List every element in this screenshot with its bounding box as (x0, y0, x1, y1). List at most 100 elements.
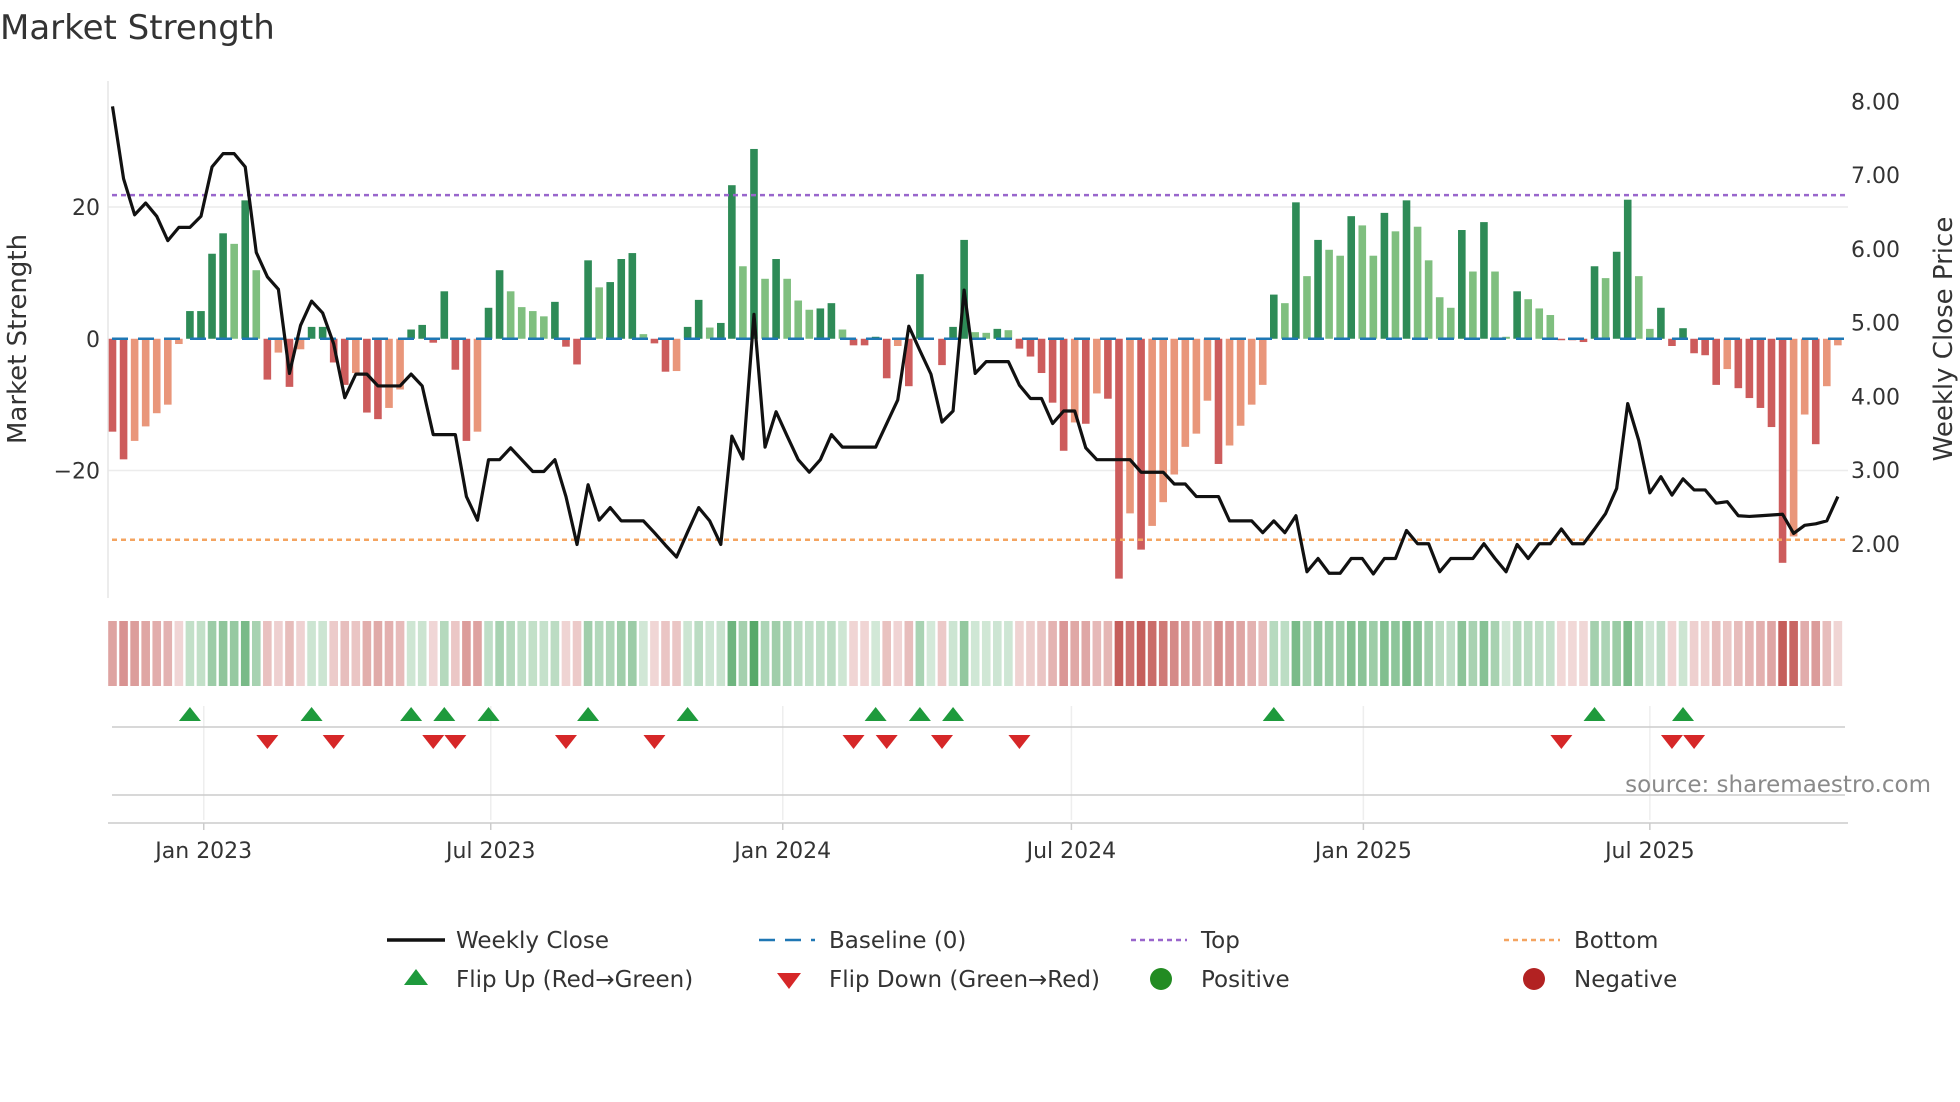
heat-cell (1778, 621, 1787, 686)
heat-cell (1678, 621, 1688, 686)
heat-cell (218, 621, 228, 686)
strength-bar (1789, 338, 1798, 537)
heat-cell (760, 621, 770, 686)
heat-cell (1568, 621, 1577, 686)
heat-cell (1236, 621, 1245, 686)
heat-cell (1435, 621, 1444, 686)
strength-bar (1159, 338, 1167, 503)
strength-bar (274, 338, 283, 353)
y2-tick-label: 7.00 (1851, 164, 1900, 189)
y2-tick-label: 5.00 (1851, 312, 1900, 337)
heat-cell (185, 621, 195, 686)
heat-cell (1811, 621, 1821, 686)
heat-cell (948, 621, 958, 686)
heat-cell (550, 621, 560, 686)
strength-bar (705, 327, 714, 339)
strength-bar (1612, 251, 1621, 339)
strength-bar (1336, 255, 1344, 339)
heat-cell (1136, 621, 1146, 686)
market-strength-chart: Market Strength 20 0 −20 8.00 7.00 6.00 5.00 4… (0, 0, 1960, 1102)
heat-cell (1037, 621, 1046, 686)
strength-bar (219, 233, 227, 339)
strength-bar (694, 299, 703, 339)
strength-bar (108, 338, 117, 432)
strength-bar (152, 338, 161, 414)
heat-cell (207, 621, 217, 686)
legend-label: Top (1200, 928, 1240, 954)
strength-bar (374, 338, 382, 420)
heat-cell (1324, 621, 1334, 686)
strength-bar (164, 338, 172, 405)
heat-cell (1457, 621, 1467, 686)
heat-cell (473, 621, 482, 686)
strength-bar (772, 259, 780, 339)
strength-bar (1104, 338, 1112, 399)
strength-bar (1369, 255, 1378, 339)
strength-bar (186, 311, 194, 339)
heat-cell (1015, 621, 1024, 686)
heat-cell (1468, 621, 1478, 686)
heat-cell (1302, 621, 1312, 686)
strength-bar (838, 329, 847, 339)
strength-bar (1170, 338, 1179, 475)
heat-cell (174, 621, 184, 686)
heat-cell (307, 621, 316, 686)
heat-cell (1413, 621, 1422, 686)
legend-label: Bottom (1574, 928, 1658, 954)
heat-cell (639, 621, 648, 686)
heat-cell (838, 621, 847, 686)
strength-bar (672, 338, 681, 372)
strength-bar (683, 326, 692, 339)
source-credit: source: sharemaestro.com (1625, 772, 1931, 798)
strength-bar (739, 266, 747, 339)
strength-bar (506, 291, 515, 339)
heat-cell (1081, 621, 1091, 686)
heat-cell (1700, 621, 1710, 686)
heat-cell (1369, 621, 1378, 686)
strength-bar (1535, 308, 1544, 339)
heat-cell (1070, 621, 1080, 686)
strength-bar (1712, 338, 1720, 385)
heat-cell (1247, 621, 1256, 686)
heat-cell (1523, 621, 1533, 686)
heat-cell (1634, 621, 1644, 686)
heat-cell (771, 621, 781, 686)
heat-cell (650, 621, 659, 686)
heat-cell (959, 621, 969, 686)
heat-cell (1479, 621, 1489, 686)
heat-cell (827, 621, 836, 686)
heat-cell (1590, 621, 1599, 686)
strength-bar (993, 328, 1002, 339)
strength-bar (728, 185, 736, 339)
strength-bar (805, 309, 814, 339)
y2-tick-label: 6.00 (1851, 238, 1900, 263)
heat-cell (871, 621, 880, 686)
strength-bar (573, 338, 581, 365)
strength-bar (418, 324, 426, 339)
heat-cell (738, 621, 748, 686)
heat-cell (451, 621, 460, 686)
strength-bar (1435, 297, 1444, 339)
heat-cell (1291, 621, 1301, 686)
heat-cell (1125, 621, 1135, 686)
y-tick-label: 20 (72, 196, 100, 221)
strength-bar (816, 308, 825, 339)
strength-bar (1767, 338, 1776, 428)
strength-bar (794, 300, 803, 339)
strength-bar (1093, 338, 1101, 394)
heat-cell (1534, 621, 1544, 686)
strength-bar (1325, 249, 1333, 339)
strength-bar (197, 311, 205, 339)
legend-label: Flip Up (Red→Green) (456, 967, 693, 993)
heat-cell (384, 621, 394, 686)
heat-cell (1402, 621, 1411, 686)
strength-bar (1634, 276, 1643, 339)
heat-cell (196, 621, 206, 686)
heat-cell (285, 621, 294, 686)
heat-cell (1059, 621, 1068, 686)
heat-cell (804, 621, 814, 686)
strength-bar (1546, 315, 1555, 339)
strength-bar (551, 301, 559, 339)
heat-cell (296, 621, 305, 686)
heat-cell (1258, 621, 1268, 686)
